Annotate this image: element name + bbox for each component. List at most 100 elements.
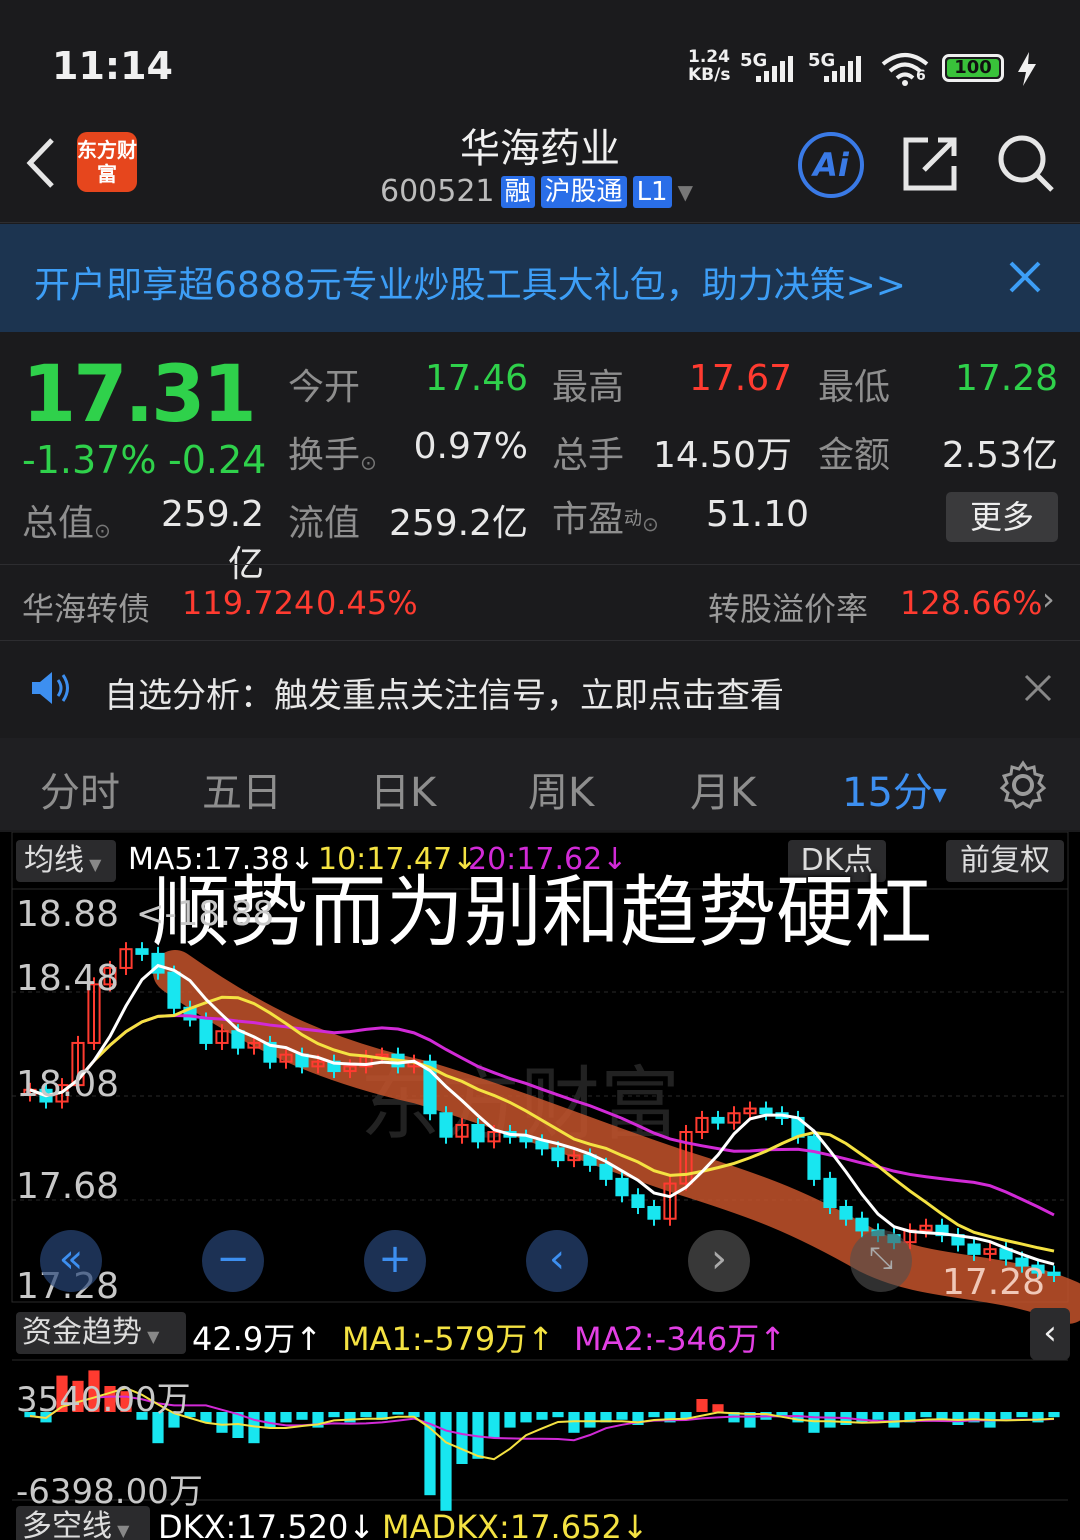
info-icon[interactable]: ⊙ xyxy=(360,451,377,475)
bond-name: 华海转债 xyxy=(22,590,151,628)
turnover-row[interactable]: 换手⊙ xyxy=(288,426,377,478)
candle-down xyxy=(711,1116,725,1124)
flow-bar-out xyxy=(952,1412,964,1425)
candle-down xyxy=(471,1123,485,1143)
flow-bar-out xyxy=(888,1412,900,1428)
flow-bar-out xyxy=(488,1412,500,1438)
bond-price: 119.724 xyxy=(182,584,315,622)
dropdown-arrow-icon: ▼ xyxy=(932,784,947,806)
candle-down xyxy=(967,1243,981,1255)
pe-value: 51.10 xyxy=(706,494,810,535)
flow-bar-out xyxy=(520,1412,532,1423)
signal-bars-icon xyxy=(756,56,793,82)
share-icon[interactable] xyxy=(900,134,960,194)
y-tick-label: 18.48 xyxy=(16,958,120,999)
candle-down xyxy=(135,948,149,955)
scroll-left-fast-button[interactable]: « xyxy=(40,1230,102,1292)
battery-icon: 100 xyxy=(942,54,1004,82)
ai-assistant-button[interactable]: Ai xyxy=(798,132,864,198)
quote-panel: 17.31 -1.37% -0.24 总值⊙ 259.2亿 今开 17.46 最… xyxy=(0,336,1080,585)
search-icon[interactable] xyxy=(996,132,1056,194)
scroll-right-button[interactable]: › xyxy=(688,1230,750,1292)
flow-bar-out xyxy=(328,1412,340,1418)
app-logo[interactable]: 东方财富 xyxy=(77,132,137,192)
notice-text[interactable]: 自选分析：触发重点关注信号，立即点击查看 xyxy=(104,668,784,717)
y-tick-label: 18.08 xyxy=(16,1064,120,1105)
info-icon[interactable]: ⊙ xyxy=(642,512,659,536)
signal-bars-icon-2 xyxy=(824,56,861,82)
convertible-bond-row[interactable]: 华海转债 119.724 0.45% 转股溢价率 128.66% › xyxy=(0,566,1080,640)
candle-down xyxy=(439,1112,453,1138)
candle-down xyxy=(807,1135,821,1180)
premium-label: 转股溢价率 xyxy=(708,590,869,628)
tab-monthly-k[interactable]: 月K xyxy=(690,760,756,818)
info-icon[interactable]: ⊙ xyxy=(94,519,111,543)
indicator-ma2: MA2:-346万↑ xyxy=(574,1320,787,1358)
candle-down xyxy=(615,1177,629,1197)
tab-15min[interactable]: 15分▼ xyxy=(842,760,947,818)
last-price-marker: 17.28 xyxy=(942,1262,1046,1303)
tab-five-day[interactable]: 五日 xyxy=(202,760,282,818)
market-cap-row[interactable]: 总值⊙ xyxy=(22,494,111,546)
amount-label: 金额 xyxy=(818,435,891,476)
y-tick-label: 17.68 xyxy=(16,1166,120,1207)
tab-intraday[interactable]: 分时 xyxy=(40,760,120,818)
flow-bar-out xyxy=(872,1412,884,1420)
candle-down xyxy=(535,1140,549,1150)
clock: 11:14 xyxy=(52,44,173,88)
adjust-button[interactable]: 前复权 xyxy=(946,840,1064,882)
turnover-value: 0.97% xyxy=(413,426,528,467)
close-icon[interactable] xyxy=(1024,674,1052,702)
candle-down xyxy=(631,1194,645,1208)
tab-weekly-k[interactable]: 周K xyxy=(528,760,594,818)
stock-code: 600521 xyxy=(380,174,495,209)
float-cap-label: 流值 xyxy=(288,503,361,544)
back-icon[interactable] xyxy=(22,136,58,190)
promo-banner-text[interactable]: 开户即享超6888元专业炒股工具大礼包，助力决策>> xyxy=(34,256,906,308)
reset-view-button[interactable]: ⤡ xyxy=(850,1230,912,1292)
pe-dynamic-mark: 动 xyxy=(624,508,643,530)
flow-bar-out xyxy=(264,1412,276,1428)
collapse-panel-button[interactable]: ‹ xyxy=(1030,1308,1070,1360)
net-speed-unit: KB/s xyxy=(688,65,731,85)
flow-bar-out xyxy=(568,1412,580,1433)
tab-daily-k[interactable]: 日K xyxy=(370,760,436,818)
kline-chart-area[interactable]: 东方财富 均线 ▼ MA5:17.38↓ 10:17.47↓ 20:17.62↓… xyxy=(0,832,1080,1540)
flow-bar-in xyxy=(712,1404,724,1412)
flow-bar-in xyxy=(696,1399,708,1412)
ma-selector[interactable]: 均线 ▼ xyxy=(16,840,116,882)
zoom-out-button[interactable]: − xyxy=(202,1230,264,1292)
flow-bar-out xyxy=(824,1412,836,1428)
pe-row[interactable]: 市盈动⊙ xyxy=(552,490,659,542)
high-price-marker: <-18.88 xyxy=(136,894,275,934)
chevron-down-icon: ▼ xyxy=(84,855,102,874)
flow-bar-out xyxy=(280,1412,292,1423)
network-speed: 1.24 KB/s xyxy=(688,48,730,84)
promo-banner[interactable]: 开户即享超6888元专业炒股工具大礼包，助力决策>> xyxy=(0,224,1080,332)
more-button[interactable]: 更多 xyxy=(946,492,1058,542)
candle-down xyxy=(1047,1271,1061,1276)
scroll-left-button[interactable]: ‹ xyxy=(526,1230,588,1292)
flow-bar-out xyxy=(392,1412,404,1415)
status-bar: 11:14 1.24 KB/s 5G 5G 6 100 xyxy=(0,0,1080,110)
chevron-down-icon: ▼ xyxy=(112,1521,130,1540)
flow-bar-out xyxy=(1016,1412,1028,1418)
indicator2-selector[interactable]: 多空线 ▼ xyxy=(16,1506,150,1540)
flow-bar-out xyxy=(1032,1412,1044,1423)
chevron-right-icon[interactable]: › xyxy=(1042,580,1055,618)
notice-bar[interactable]: 自选分析：触发重点关注信号，立即点击查看 xyxy=(0,642,1080,736)
battery-level: 100 xyxy=(947,59,999,77)
close-icon[interactable] xyxy=(1008,260,1042,294)
charging-icon xyxy=(1018,52,1036,86)
low-value: 17.28 xyxy=(954,358,1058,399)
indicator-y-top: 3540.00万 xyxy=(16,1380,191,1420)
candle-down xyxy=(759,1107,773,1115)
zoom-in-button[interactable]: + xyxy=(364,1230,426,1292)
change-percent: -1.37% xyxy=(22,438,157,482)
stock-code-row[interactable]: 600521 融 沪股通 L1 ▼ xyxy=(380,174,693,209)
settings-gear-icon[interactable] xyxy=(998,760,1048,810)
flow-bar-out xyxy=(616,1412,628,1420)
flow-bar-out xyxy=(536,1412,548,1420)
open-value: 17.46 xyxy=(424,358,528,399)
indicator-selector[interactable]: 资金趋势 ▼ xyxy=(16,1312,186,1354)
